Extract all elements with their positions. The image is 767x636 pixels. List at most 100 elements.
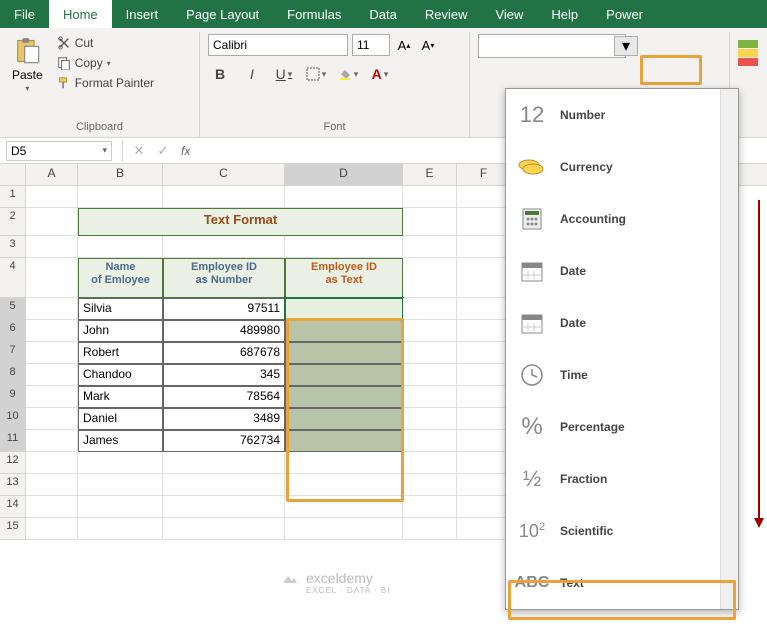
col-header-B[interactable]: B bbox=[78, 164, 163, 185]
empty-cell[interactable] bbox=[403, 386, 457, 408]
empty-cell[interactable] bbox=[457, 320, 511, 342]
row-header-14[interactable]: 14 bbox=[0, 496, 26, 518]
empty-cell[interactable] bbox=[403, 364, 457, 386]
empty-cell[interactable] bbox=[163, 452, 285, 474]
dropdown-scrollbar[interactable] bbox=[720, 89, 738, 609]
empty-cell[interactable] bbox=[78, 236, 163, 258]
empty-cell[interactable] bbox=[457, 452, 511, 474]
format-painter-button[interactable]: Format Painter bbox=[53, 74, 158, 92]
empty-cell[interactable] bbox=[26, 518, 78, 540]
empty-cell[interactable] bbox=[403, 430, 457, 452]
empty-cell[interactable] bbox=[285, 496, 403, 518]
empty-cell[interactable] bbox=[78, 186, 163, 208]
empty-cell[interactable] bbox=[457, 258, 511, 298]
empty-cell[interactable] bbox=[457, 186, 511, 208]
empty-cell[interactable] bbox=[78, 452, 163, 474]
empty-cell[interactable] bbox=[457, 474, 511, 496]
table-title[interactable]: Text Format bbox=[78, 208, 403, 236]
col-header-A[interactable]: A bbox=[26, 164, 78, 185]
empty-cell[interactable] bbox=[457, 430, 511, 452]
col-header-D[interactable]: D bbox=[285, 164, 403, 185]
empty-cell[interactable] bbox=[403, 186, 457, 208]
row-header-6[interactable]: 6 bbox=[0, 320, 26, 342]
tab-data[interactable]: Data bbox=[355, 0, 410, 28]
empty-cell[interactable] bbox=[26, 452, 78, 474]
tab-file[interactable]: File bbox=[0, 0, 49, 28]
bold-button[interactable]: B bbox=[208, 62, 232, 86]
format-option-scientific[interactable]: 102Scientific bbox=[506, 505, 738, 557]
table-header[interactable]: Employee IDas Number bbox=[163, 258, 285, 298]
table-cell-text[interactable] bbox=[285, 430, 403, 452]
empty-cell[interactable] bbox=[163, 474, 285, 496]
cancel-formula-button[interactable]: ✕ bbox=[127, 143, 151, 159]
font-family-select[interactable] bbox=[208, 34, 348, 56]
empty-cell[interactable] bbox=[403, 342, 457, 364]
empty-cell[interactable] bbox=[26, 320, 78, 342]
tab-formulas[interactable]: Formulas bbox=[273, 0, 355, 28]
empty-cell[interactable] bbox=[285, 236, 403, 258]
empty-cell[interactable] bbox=[163, 496, 285, 518]
tab-home[interactable]: Home bbox=[49, 0, 112, 28]
table-cell-text[interactable] bbox=[285, 386, 403, 408]
empty-cell[interactable] bbox=[457, 236, 511, 258]
format-option-text[interactable]: ABCText bbox=[506, 557, 738, 609]
empty-cell[interactable] bbox=[163, 186, 285, 208]
number-format-dropdown-arrow[interactable]: ▾ bbox=[614, 36, 638, 56]
increase-font-button[interactable]: A▴ bbox=[394, 35, 414, 55]
empty-cell[interactable] bbox=[403, 452, 457, 474]
empty-cell[interactable] bbox=[403, 518, 457, 540]
table-cell-name[interactable]: Mark bbox=[78, 386, 163, 408]
empty-cell[interactable] bbox=[26, 474, 78, 496]
tab-insert[interactable]: Insert bbox=[112, 0, 173, 28]
table-cell-id[interactable]: 489980 bbox=[163, 320, 285, 342]
row-header-2[interactable]: 2 bbox=[0, 208, 26, 236]
empty-cell[interactable] bbox=[403, 408, 457, 430]
conditional-formatting-icon[interactable] bbox=[736, 38, 760, 68]
format-option-date[interactable]: Date bbox=[506, 245, 738, 297]
table-cell-id[interactable]: 762734 bbox=[163, 430, 285, 452]
row-header-5[interactable]: 5 bbox=[0, 298, 26, 320]
tab-review[interactable]: Review bbox=[411, 0, 482, 28]
empty-cell[interactable] bbox=[26, 236, 78, 258]
col-header-C[interactable]: C bbox=[163, 164, 285, 185]
empty-cell[interactable] bbox=[285, 452, 403, 474]
row-header-7[interactable]: 7 bbox=[0, 342, 26, 364]
format-option-accounting[interactable]: Accounting bbox=[506, 193, 738, 245]
format-option-date[interactable]: Date bbox=[506, 297, 738, 349]
row-header-15[interactable]: 15 bbox=[0, 518, 26, 540]
table-cell-name[interactable]: Chandoo bbox=[78, 364, 163, 386]
empty-cell[interactable] bbox=[457, 208, 511, 236]
empty-cell[interactable] bbox=[457, 496, 511, 518]
format-option-currency[interactable]: Currency bbox=[506, 141, 738, 193]
empty-cell[interactable] bbox=[26, 386, 78, 408]
row-header-13[interactable]: 13 bbox=[0, 474, 26, 496]
decrease-font-button[interactable]: A▾ bbox=[418, 35, 438, 55]
empty-cell[interactable] bbox=[163, 518, 285, 540]
empty-cell[interactable] bbox=[285, 474, 403, 496]
col-header-F[interactable]: F bbox=[457, 164, 511, 185]
empty-cell[interactable] bbox=[26, 342, 78, 364]
tab-page-layout[interactable]: Page Layout bbox=[172, 0, 273, 28]
font-size-select[interactable] bbox=[352, 34, 390, 56]
table-cell-name[interactable]: Daniel bbox=[78, 408, 163, 430]
row-header-11[interactable]: 11 bbox=[0, 430, 26, 452]
table-header[interactable]: Employee IDas Text bbox=[285, 258, 403, 298]
empty-cell[interactable] bbox=[26, 258, 78, 298]
table-cell-text[interactable] bbox=[285, 320, 403, 342]
table-cell-name[interactable]: Robert bbox=[78, 342, 163, 364]
select-all-corner[interactable] bbox=[0, 164, 26, 185]
row-header-9[interactable]: 9 bbox=[0, 386, 26, 408]
empty-cell[interactable] bbox=[403, 474, 457, 496]
empty-cell[interactable] bbox=[403, 496, 457, 518]
empty-cell[interactable] bbox=[285, 186, 403, 208]
empty-cell[interactable] bbox=[457, 364, 511, 386]
row-header-1[interactable]: 1 bbox=[0, 186, 26, 208]
table-cell-id[interactable]: 345 bbox=[163, 364, 285, 386]
tab-help[interactable]: Help bbox=[537, 0, 592, 28]
table-cell-id[interactable]: 97511 bbox=[163, 298, 285, 320]
format-option-number[interactable]: 12Number bbox=[506, 89, 738, 141]
empty-cell[interactable] bbox=[26, 430, 78, 452]
table-cell-text[interactable] bbox=[285, 364, 403, 386]
empty-cell[interactable] bbox=[26, 298, 78, 320]
empty-cell[interactable] bbox=[285, 518, 403, 540]
